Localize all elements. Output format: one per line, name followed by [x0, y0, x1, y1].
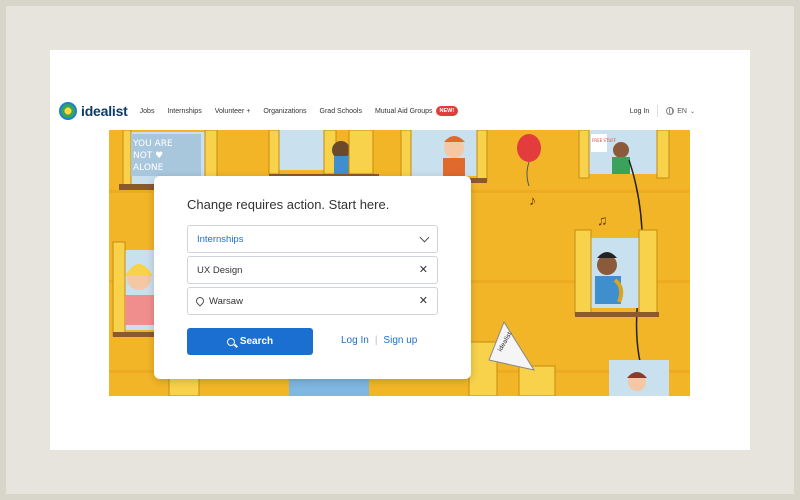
language-label: EN — [677, 107, 687, 115]
header-right: Log In EN ⌄ — [630, 105, 695, 117]
search-button-label: Search — [239, 336, 274, 347]
clear-location-icon[interactable]: ✕ — [419, 295, 428, 307]
nav-mutual-aid-label: Mutual Aid Groups — [374, 107, 433, 115]
small-sign: FREE STUFF — [592, 138, 617, 143]
keyword-value: UX Design — [197, 264, 243, 276]
card-signup-link[interactable]: Sign up — [383, 335, 417, 346]
chevron-down-icon — [419, 232, 430, 243]
logo-text: idealist — [81, 103, 128, 119]
main-nav: Jobs Internships Volunteer + Organizatio… — [140, 106, 459, 116]
header-login-link[interactable]: Log In — [630, 108, 649, 115]
language-selector[interactable]: EN ⌄ — [666, 107, 695, 115]
logo-mark-icon — [59, 102, 77, 120]
clear-keyword-icon[interactable]: ✕ — [419, 264, 428, 276]
card-login-link[interactable]: Log In — [341, 335, 369, 346]
auth-links: Log In | Sign up — [341, 335, 417, 346]
location-pin-icon — [194, 295, 206, 307]
location-input[interactable]: Warsaw ✕ — [187, 287, 438, 315]
keyword-input[interactable]: UX Design ✕ — [187, 256, 438, 284]
svg-text:♪: ♪ — [529, 192, 536, 208]
search-card-title: Change requires action. Start here. — [187, 197, 390, 212]
nav-mutual-aid-groups[interactable]: Mutual Aid Groups NEW! — [374, 106, 459, 116]
globe-icon — [666, 107, 675, 115]
sign-text-1: YOU ARE — [132, 139, 173, 149]
logo[interactable]: idealist — [59, 102, 128, 120]
sign-text-2: NOT ♥ — [133, 151, 163, 161]
location-value: Warsaw — [209, 295, 243, 307]
nav-jobs[interactable]: Jobs — [140, 108, 155, 115]
search-button[interactable]: Search — [187, 328, 313, 355]
search-icon — [226, 337, 235, 346]
nav-grad-schools[interactable]: Grad Schools — [320, 108, 362, 115]
nav-internships[interactable]: Internships — [167, 108, 201, 115]
header-divider — [657, 105, 659, 117]
sign-text-3: ALONE — [133, 163, 164, 173]
nav-volunteer[interactable]: Volunteer + — [215, 108, 251, 115]
nav-organizations[interactable]: Organizations — [263, 108, 306, 115]
auth-separator: | — [374, 335, 378, 346]
chevron-down-icon: ⌄ — [689, 108, 695, 115]
site-header: idealist Jobs Internships Volunteer + Or… — [59, 96, 695, 126]
listing-type-select[interactable]: Internships — [187, 225, 438, 253]
listing-type-value: Internships — [197, 233, 244, 245]
search-card: Change requires action. Start here. Inte… — [154, 176, 471, 379]
svg-text:♫: ♫ — [597, 212, 608, 228]
new-badge: NEW! — [435, 106, 459, 116]
